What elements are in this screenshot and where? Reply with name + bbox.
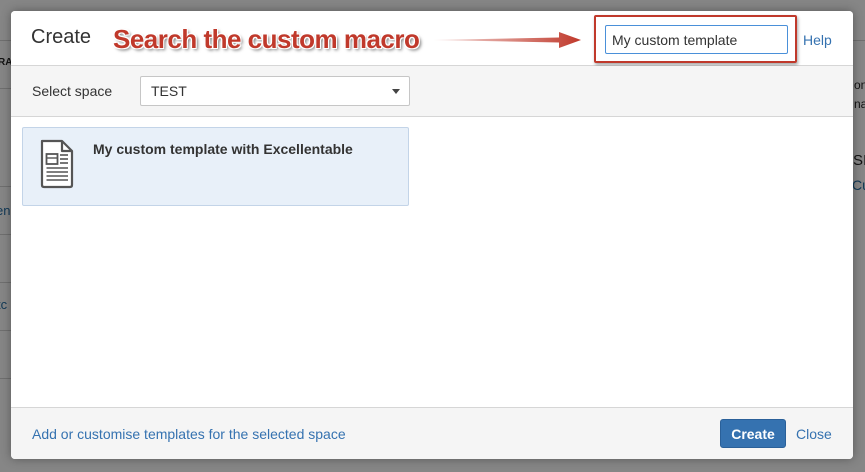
template-name: My custom template with Excellentable: [93, 141, 353, 157]
document-template-icon: [40, 139, 74, 189]
customise-templates-link[interactable]: Add or customise templates for the selec…: [32, 426, 346, 442]
space-select[interactable]: TEST: [140, 76, 410, 106]
dialog-title: Create: [31, 26, 92, 48]
space-select-value: TEST: [151, 83, 187, 99]
create-button[interactable]: Create: [720, 419, 786, 448]
caret-down-icon: [392, 89, 400, 94]
annotation-callout: Search the custom macro: [113, 24, 420, 54]
dialog-footer: Add or customise templates for the selec…: [11, 407, 853, 459]
dialog-header: Create Search the custom macro Help: [11, 11, 853, 66]
select-space-label: Select space: [32, 83, 113, 99]
annotation-arrow-icon: [433, 32, 581, 48]
template-item[interactable]: My custom template with Excellentable: [22, 127, 409, 206]
template-search-input[interactable]: [605, 25, 788, 54]
help-link[interactable]: Help: [803, 32, 832, 48]
close-link[interactable]: Close: [796, 426, 832, 442]
template-list: My custom template with Excellentable: [11, 117, 853, 407]
select-space-row: Select space TEST: [11, 66, 853, 117]
create-dialog: Create Search the custom macro Help Sele…: [11, 11, 853, 459]
